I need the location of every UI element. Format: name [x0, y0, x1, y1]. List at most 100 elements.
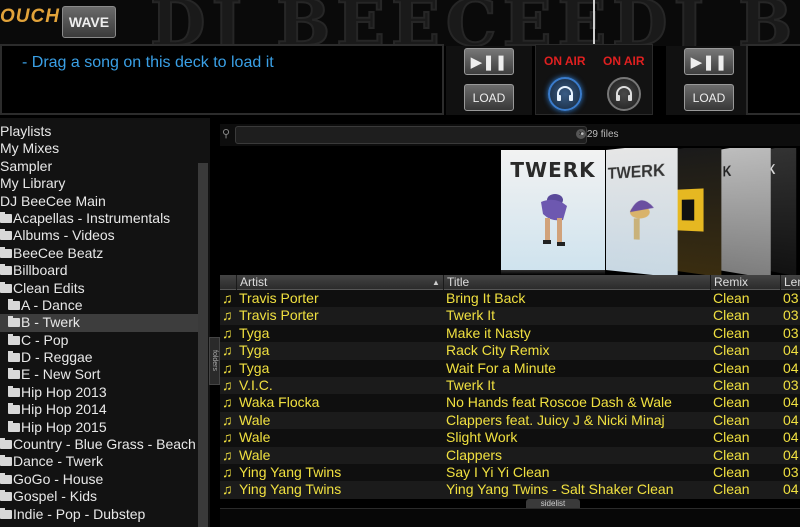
- music-note-icon: ♫: [222, 481, 233, 498]
- sidebar-item[interactable]: A - Dance: [0, 297, 198, 314]
- watermark-right: DJ B: [611, 0, 799, 46]
- track-length: 04: [783, 481, 799, 498]
- track-length: 04: [783, 429, 799, 446]
- track-length: 04: [783, 359, 799, 376]
- track-remix: Clean: [713, 324, 750, 341]
- folders-tab[interactable]: folders: [209, 337, 220, 385]
- sidebar-item[interactable]: B - Twerk: [0, 314, 198, 332]
- track-title: Clappers: [446, 446, 503, 463]
- sidebar-item[interactable]: C - Pop: [0, 332, 198, 349]
- sidebar-item[interactable]: Playlists: [0, 123, 198, 140]
- sidebar-item[interactable]: Acapellas - Instrumentals: [0, 210, 198, 227]
- left-play-pause-button[interactable]: ▶❚❚: [464, 48, 514, 75]
- column-header-title[interactable]: Title: [443, 275, 710, 290]
- album-cover-selected[interactable]: TWERK: [501, 150, 605, 270]
- sidebar-item[interactable]: Sampler: [0, 158, 198, 175]
- sidebar-item[interactable]: Dance - Twerk: [0, 453, 198, 470]
- sidebar-item[interactable]: My Mixes: [0, 140, 198, 157]
- track-title: Wait For a Minute: [446, 359, 556, 376]
- sidebar-item[interactable]: GoGo - House: [0, 471, 198, 488]
- right-load-button[interactable]: LOAD: [684, 84, 734, 111]
- table-row[interactable]: ♫ Tyga Make it Nasty Clean 03: [220, 324, 800, 343]
- track-artist: Waka Flocka: [239, 394, 320, 411]
- track-remix: Clean: [713, 377, 750, 393]
- search-icon[interactable]: ⚲: [222, 127, 230, 140]
- sidebar-item[interactable]: BeeCee Beatz: [0, 245, 198, 262]
- sidebar-item[interactable]: Hip Hop 2015: [0, 419, 198, 436]
- table-row[interactable]: ♫ Travis Porter Twerk It Clean 03: [220, 307, 800, 325]
- sidebar-item[interactable]: Indie - Pop - Dubstep: [0, 506, 198, 523]
- track-title: Make it Nasty: [446, 324, 531, 341]
- track-artist: V.I.C.: [239, 377, 273, 393]
- music-note-icon: ♫: [222, 464, 233, 480]
- folder-icon: [0, 507, 12, 519]
- wave-button[interactable]: WAVE: [62, 6, 116, 38]
- sort-ascending-icon: ▲: [432, 278, 440, 287]
- track-table-header: Artist ▲ Title Remix Len: [220, 275, 800, 290]
- sidebar-item-label: Albums - Videos: [13, 227, 115, 244]
- sidebar-item-label: Gospel - Kids: [13, 488, 98, 505]
- album-cover[interactable]: [670, 148, 722, 275]
- track-artist: Tyga: [239, 342, 270, 359]
- sidebar-item[interactable]: Clean Edits: [0, 280, 198, 297]
- sidebar-item[interactable]: Hip Hop 2013: [0, 384, 198, 401]
- table-row[interactable]: ♫ Wale Slight Work Clean 04: [220, 429, 800, 447]
- folder-icon: [8, 298, 20, 310]
- sidebar-item[interactable]: Gospel - Kids: [0, 488, 198, 505]
- track-length: 03: [783, 377, 799, 393]
- column-header-length[interactable]: Len: [780, 275, 800, 290]
- headphones-icon[interactable]: [548, 77, 582, 111]
- sidebar-item[interactable]: DJ BeeCee Main: [0, 193, 198, 210]
- track-remix: Clean: [713, 411, 750, 428]
- album-cover[interactable]: TWERK: [606, 148, 678, 275]
- table-row[interactable]: ♫ Wale Clappers Clean 04: [220, 446, 800, 464]
- cover-flow[interactable]: K K TWERK TWERK: [220, 148, 800, 275]
- sidebar-item[interactable]: Albums - Videos: [0, 227, 198, 244]
- table-row[interactable]: ♫ Waka Flocka No Hands feat Roscoe Dash & …: [220, 394, 800, 412]
- table-row[interactable]: ♫ Tyga Rack City Remix Clean 04: [220, 342, 800, 360]
- left-load-button[interactable]: LOAD: [464, 84, 514, 111]
- track-title: Bring It Back: [446, 290, 526, 306]
- deck-divider: [593, 0, 595, 46]
- folder-icon: [0, 211, 12, 223]
- folder-icon: [8, 368, 20, 380]
- right-deck[interactable]: [746, 44, 800, 115]
- on-air-right-indicator: ON AIR: [603, 54, 645, 68]
- track-artist: Wale: [239, 411, 271, 428]
- search-input[interactable]: [235, 126, 587, 144]
- album-cover[interactable]: K: [718, 148, 771, 275]
- track-title: No Hands feat Roscoe Dash & Wale: [446, 394, 672, 411]
- track-table: ♫ Travis Porter Bring It Back Clean 03 ♫ Travi…: [220, 290, 800, 500]
- headphones-icon: [616, 86, 632, 101]
- track-remix: Clean: [713, 290, 750, 306]
- sidebar-item[interactable]: Billboard: [0, 262, 198, 279]
- table-row[interactable]: ♫ Ying Yang Twins Say I Yi Yi Clean Clean 03: [220, 464, 800, 482]
- table-row[interactable]: ♫ Travis Porter Bring It Back Clean 03: [220, 290, 800, 308]
- search-bar: ⚲ × • 29 files: [220, 124, 800, 146]
- sidebar-item[interactable]: E - New Sort: [0, 366, 198, 383]
- table-row[interactable]: ♫ V.I.C. Twerk It Clean 03: [220, 377, 800, 395]
- right-play-pause-button[interactable]: ▶❚❚: [684, 48, 734, 75]
- headphones-icon[interactable]: [607, 77, 641, 111]
- sidebar-item-label: BeeCee Beatz: [13, 244, 104, 261]
- left-deck[interactable]: - Drag a song on this deck to load it: [0, 44, 444, 115]
- column-header-remix[interactable]: Remix: [710, 275, 780, 290]
- table-row[interactable]: ♫ Ying Yang Twins Ying Yang Twins - Salt S…: [220, 481, 800, 499]
- folder-tree: Playlists My Mixes Sampler My Library DJ Bee…: [0, 123, 198, 523]
- sidelist-tab[interactable]: sidelist: [526, 499, 580, 508]
- track-artist: Wale: [239, 446, 271, 463]
- column-header-artist[interactable]: Artist: [236, 275, 442, 290]
- table-row[interactable]: ♫ Tyga Wait For a Minute Clean 04: [220, 359, 800, 377]
- table-row[interactable]: ♫ Wale Clappers feat. Juicy J & Nicki Mina…: [220, 411, 800, 430]
- sidebar-item[interactable]: D - Reggae: [0, 349, 198, 366]
- music-note-icon: ♫: [222, 307, 233, 324]
- sidebar-item[interactable]: Hip Hop 2014: [0, 401, 198, 418]
- sidebar-item-label: Dance - Twerk: [13, 453, 103, 470]
- left-deck-controls: ▶❚❚ LOAD: [446, 46, 532, 115]
- track-title: Clappers feat. Juicy J & Nicki Minaj: [446, 411, 665, 428]
- sidebar-scrollbar[interactable]: [198, 163, 208, 527]
- sidebar-item[interactable]: My Library: [0, 175, 198, 192]
- track-artist: Tyga: [239, 324, 270, 341]
- sidebar-item-label: Indie - Pop - Dubstep: [13, 505, 146, 522]
- sidebar-item[interactable]: Country - Blue Grass - Beach: [0, 436, 198, 453]
